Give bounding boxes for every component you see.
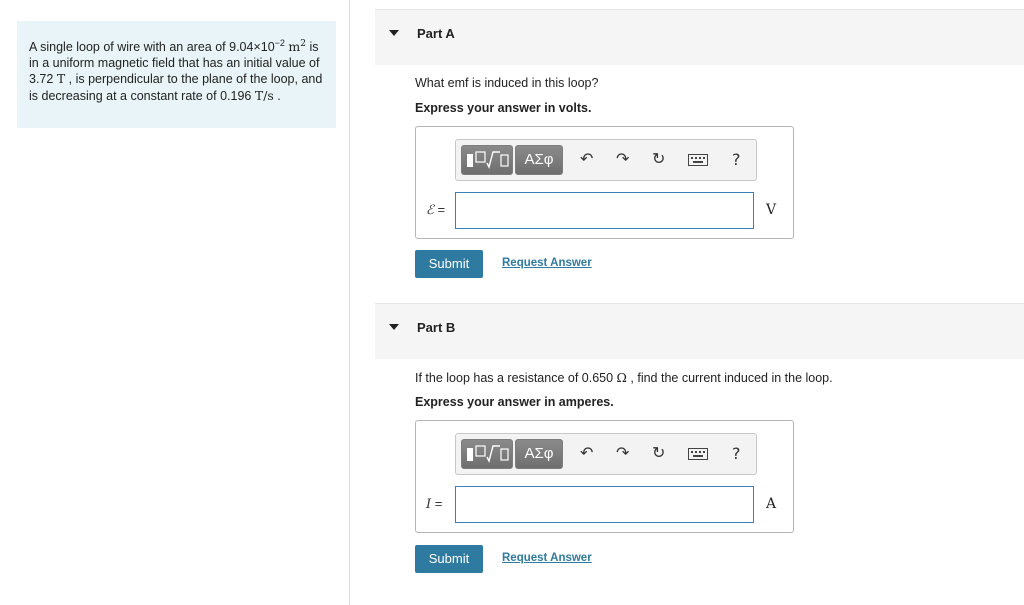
keyboard-icon[interactable] [688, 447, 708, 465]
problem-text-4: . [273, 88, 281, 103]
part-b-answer-box: ΑΣφ ↶ ↷ ↻ ? I = A [415, 420, 794, 533]
keyboard-icon[interactable] [688, 153, 708, 171]
math-toolbar: ΑΣφ ↶ ↷ ↻ ? [455, 433, 757, 475]
part-b-answer-input[interactable] [455, 486, 754, 523]
part-a-unit: V [766, 202, 777, 218]
part-a-variable-label: ℰ = [426, 202, 446, 218]
greek-symbols-button[interactable]: ΑΣφ [515, 439, 563, 469]
part-b-submit-button[interactable]: Submit [415, 545, 483, 573]
reset-icon[interactable]: ↻ [652, 445, 665, 463]
rate-unit: T/s [254, 87, 274, 103]
templates-icon [467, 151, 509, 169]
part-a-request-answer-link[interactable]: Request Answer [502, 257, 592, 269]
field-unit: T [56, 71, 66, 87]
part-a-header[interactable]: Part A [375, 9, 1024, 65]
part-a-answer-box: ΑΣφ ↶ ↷ ↻ ? ℰ = V [415, 126, 794, 239]
part-b-instruction: Express your answer in amperes. [415, 395, 614, 409]
part-b-question: If the loop has a resistance of 0.650 Ω … [415, 370, 833, 385]
part-a-question: What emf is induced in this loop? [415, 76, 599, 90]
part-b-unit: A [766, 496, 777, 512]
part-b-request-answer-link[interactable]: Request Answer [502, 552, 592, 564]
part-a-answer-input[interactable] [455, 192, 754, 229]
reset-icon[interactable]: ↻ [652, 151, 665, 169]
area-value: 9.04×10 [229, 40, 275, 55]
part-a-submit-button[interactable]: Submit [415, 250, 483, 278]
part-b-title: Part B [417, 320, 456, 335]
greek-symbols-button[interactable]: ΑΣφ [515, 145, 563, 175]
part-b-header[interactable]: Part B [375, 303, 1024, 359]
math-toolbar: ΑΣφ ↶ ↷ ↻ ? [455, 139, 757, 181]
area-exponent: −2 [274, 38, 285, 48]
field-value: 3.72 [29, 72, 54, 87]
area-unit: m2 [288, 39, 307, 55]
redo-icon[interactable]: ↷ [616, 445, 629, 463]
undo-icon[interactable]: ↶ [580, 445, 593, 463]
collapse-caret-icon[interactable] [389, 324, 399, 330]
problem-text: A single loop of wire with an area of [29, 40, 230, 55]
part-b-variable-label: I = [426, 496, 443, 512]
help-icon[interactable]: ? [732, 150, 741, 169]
part-a-title: Part A [417, 26, 455, 41]
part-a-instruction: Express your answer in volts. [415, 101, 592, 115]
problem-statement: A single loop of wire with an area of 9.… [17, 21, 336, 128]
redo-icon[interactable]: ↷ [616, 151, 629, 169]
rate-value: 0.196 [220, 88, 252, 103]
undo-icon[interactable]: ↶ [580, 151, 593, 169]
templates-icon [467, 445, 509, 463]
collapse-caret-icon[interactable] [389, 30, 399, 36]
templates-button[interactable] [461, 439, 513, 469]
templates-button[interactable] [461, 145, 513, 175]
panel-divider [349, 0, 350, 605]
help-icon[interactable]: ? [732, 444, 741, 463]
